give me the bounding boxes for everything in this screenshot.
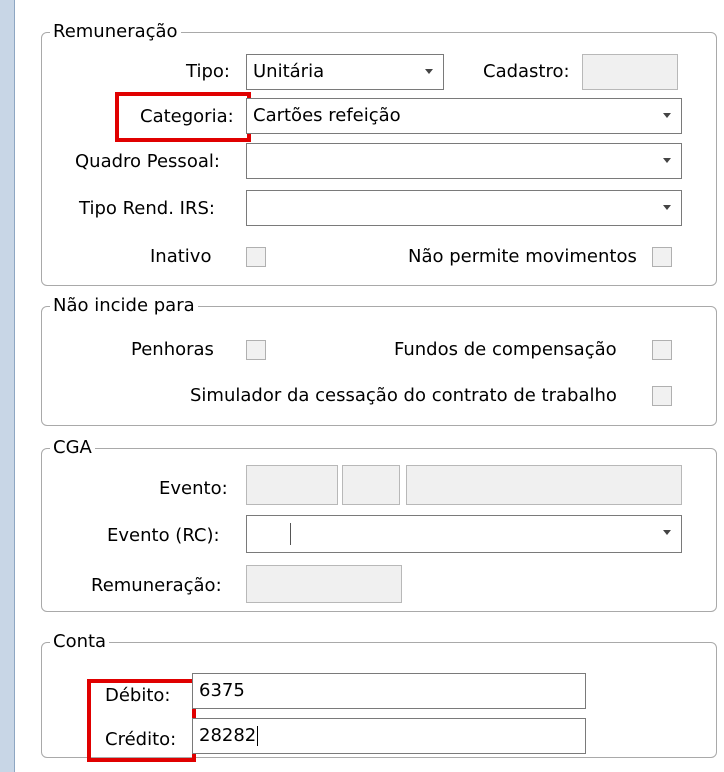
chevron-down-icon[interactable] <box>663 530 671 535</box>
form-panel: Remuneração Tipo: Unitária Cadastro: Cat… <box>18 0 724 772</box>
chevron-down-icon[interactable] <box>663 205 671 210</box>
cga-remuneracao-field[interactable] <box>246 565 402 603</box>
categoria-value: Cartões refeição <box>253 105 401 126</box>
cadastro-label: Cadastro: <box>483 61 570 82</box>
chevron-down-icon[interactable] <box>425 69 433 74</box>
tipo-rend-irs-label: Tipo Rend. IRS: <box>79 198 215 219</box>
inativo-checkbox[interactable] <box>246 247 266 267</box>
group-remuneracao-legend: Remuneração <box>53 21 178 42</box>
evento-rc-separator <box>290 523 291 545</box>
simulador-cessacao-label: Simulador da cessação do contrato de tra… <box>190 385 617 406</box>
credito-label: Crédito: <box>105 729 177 750</box>
fundos-compensacao-checkbox[interactable] <box>652 340 672 360</box>
cadastro-field[interactable] <box>582 54 678 90</box>
evento-field-2[interactable] <box>342 465 400 505</box>
penhoras-label: Penhoras <box>131 339 214 360</box>
nao-permite-movimentos-checkbox[interactable] <box>652 247 672 267</box>
credito-field[interactable]: 28282 <box>192 718 586 754</box>
debito-label: Débito: <box>105 685 171 706</box>
categoria-select[interactable]: Cartões refeição <box>246 98 682 134</box>
debito-field[interactable]: 6375 <box>192 673 586 709</box>
evento-label: Evento: <box>159 478 228 499</box>
quadro-pessoal-label: Quadro Pessoal: <box>75 151 220 172</box>
chevron-down-icon[interactable] <box>663 158 671 163</box>
group-cga-legend: CGA <box>53 437 92 458</box>
group-conta-legend: Conta <box>53 631 107 652</box>
cga-remuneracao-label: Remuneração: <box>91 575 222 596</box>
group-nao-incide-legend: Não incide para <box>53 295 195 316</box>
tipo-value: Unitária <box>253 61 325 82</box>
penhoras-checkbox[interactable] <box>246 340 266 360</box>
inativo-label: Inativo <box>150 246 212 267</box>
window-left-edge <box>0 0 15 772</box>
evento-field-1[interactable] <box>246 465 338 505</box>
evento-rc-label: Evento (RC): <box>107 525 220 546</box>
tipo-select[interactable]: Unitária <box>246 54 444 90</box>
credito-value: 28282 <box>199 725 257 746</box>
text-caret <box>257 726 259 746</box>
chevron-down-icon[interactable] <box>663 113 671 118</box>
tipo-label: Tipo: <box>186 61 230 82</box>
categoria-label: Categoria: <box>140 106 234 127</box>
tipo-rend-irs-select[interactable] <box>246 190 682 226</box>
evento-rc-select[interactable] <box>246 515 682 553</box>
nao-permite-movimentos-label: Não permite movimentos <box>408 246 637 267</box>
quadro-pessoal-select[interactable] <box>246 143 682 179</box>
evento-field-3[interactable] <box>406 465 682 505</box>
fundos-compensacao-label: Fundos de compensação <box>394 339 617 360</box>
simulador-cessacao-checkbox[interactable] <box>652 386 672 406</box>
